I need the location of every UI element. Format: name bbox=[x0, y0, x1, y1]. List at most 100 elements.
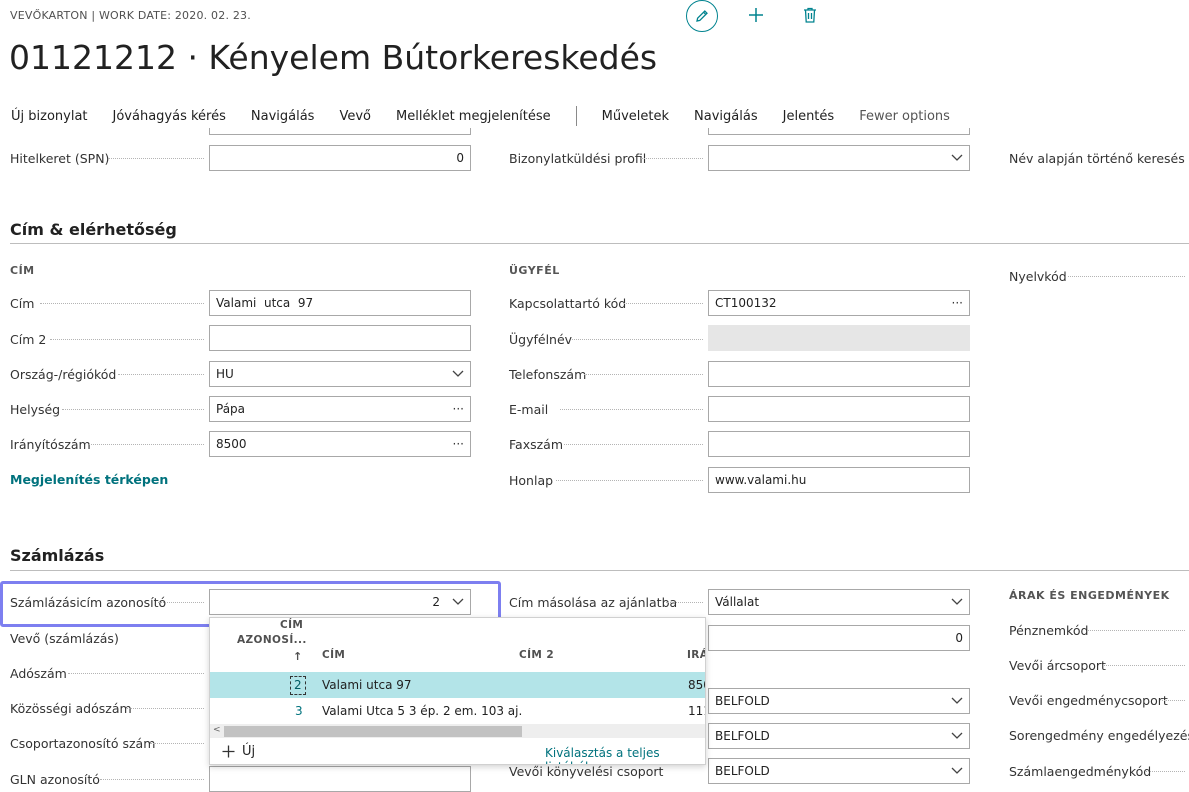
row-address: Valami Utca 5 3 ép. 2 em. 103 aj. bbox=[322, 704, 523, 718]
group-address: CÍM bbox=[10, 264, 35, 277]
leader-dots bbox=[40, 303, 204, 304]
leader-dots bbox=[150, 743, 204, 744]
row-id[interactable]: 3 bbox=[295, 704, 303, 718]
col-id-header[interactable]: AZONOSÍ... bbox=[237, 634, 307, 646]
table-row[interactable]: 2 Valami utca 97 850 bbox=[210, 672, 705, 698]
report-action[interactable]: Jelentés bbox=[783, 109, 835, 124]
chevron-down-icon bbox=[951, 732, 963, 740]
city-field[interactable]: Pápa ··· bbox=[209, 396, 471, 422]
address-value: Valami utca 97 bbox=[216, 296, 314, 310]
navigate-action-2[interactable]: Navigálás bbox=[694, 109, 758, 124]
section-divider bbox=[10, 243, 1189, 244]
navigate-action[interactable]: Navigálás bbox=[251, 109, 315, 124]
horizontal-scrollbar[interactable]: < bbox=[210, 724, 705, 738]
page-caption: VEVŐKARTON | WORK DATE: 2020. 02. 23. bbox=[10, 9, 251, 22]
delete-icon[interactable] bbox=[798, 3, 822, 27]
table-row[interactable]: 3 Valami Utca 5 3 ép. 2 em. 103 aj. 111 bbox=[210, 698, 705, 724]
leader-dots bbox=[100, 779, 204, 780]
chevron-down-icon bbox=[951, 767, 963, 775]
group-id-label: Csoportazonosító szám bbox=[10, 735, 156, 751]
operations-action[interactable]: Műveletek bbox=[602, 109, 669, 124]
city-label: Helység bbox=[10, 401, 61, 417]
more-options-icon[interactable]: ··· bbox=[952, 296, 963, 310]
phone-label: Telefonszám bbox=[509, 366, 587, 382]
chevron-down-icon bbox=[951, 598, 963, 606]
postcode-field[interactable]: 8500 ··· bbox=[209, 431, 471, 457]
credit-limit-field[interactable]: 0 bbox=[209, 145, 471, 171]
contact-code-field[interactable]: CT100132 ··· bbox=[708, 290, 970, 316]
section-divider bbox=[10, 570, 1189, 571]
contact-code-label: Kapcsolattartó kód bbox=[509, 295, 627, 311]
more-options-icon[interactable]: ··· bbox=[453, 437, 464, 451]
col-address-header[interactable]: CÍM bbox=[322, 649, 345, 661]
credit-limit-value: 0 bbox=[456, 151, 464, 165]
email-field[interactable] bbox=[708, 396, 970, 422]
more-options-icon[interactable]: ··· bbox=[453, 402, 464, 416]
eu-vat-label: Közösségi adószám bbox=[10, 700, 132, 716]
new-document-action[interactable]: Új bizonylat bbox=[11, 109, 88, 124]
row-address: Valami utca 97 bbox=[322, 678, 412, 692]
row-postcode: 111 bbox=[688, 704, 705, 718]
group-prices-discounts: ÁRAK ÉS ENGEDMÉNYEK bbox=[1009, 589, 1170, 602]
leader-dots bbox=[584, 374, 703, 375]
section-title-address[interactable]: Cím & elérhetőség bbox=[10, 220, 177, 239]
col-id-header-line1: CÍM bbox=[280, 619, 304, 631]
address2-field[interactable] bbox=[209, 325, 471, 351]
copy-address-select[interactable]: Vállalat bbox=[708, 589, 970, 615]
col-postcode-header[interactable]: IRÁ bbox=[687, 649, 705, 661]
posting-group-select-1[interactable]: BELFOLD bbox=[708, 688, 970, 714]
customer-posting-group-select[interactable]: BELFOLD bbox=[708, 758, 970, 784]
sort-ascending-icon[interactable]: ↑ bbox=[293, 650, 303, 663]
section-title-invoicing[interactable]: Számlázás bbox=[10, 546, 104, 565]
chevron-down-icon bbox=[951, 154, 963, 162]
city-value: Pápa bbox=[216, 402, 246, 416]
phone-field[interactable] bbox=[708, 361, 970, 387]
fax-field[interactable] bbox=[708, 431, 970, 457]
edit-icon[interactable] bbox=[686, 0, 718, 32]
leader-dots bbox=[560, 409, 703, 410]
country-label: Ország-/régiókód bbox=[10, 366, 117, 382]
new-button[interactable]: Új bbox=[222, 744, 255, 759]
customer-posting-group-value: BELFOLD bbox=[715, 764, 770, 778]
doc-sending-profile-select[interactable] bbox=[708, 145, 970, 171]
invoice-discount-code-label: Számlaengedménykód bbox=[1009, 763, 1152, 779]
select-from-full-list-link[interactable]: Kiválasztás a teljes listából bbox=[545, 746, 705, 764]
group-contact: ÜGYFÉL bbox=[509, 264, 560, 277]
country-select[interactable]: HU bbox=[209, 361, 471, 387]
leader-dots bbox=[89, 444, 204, 445]
page-title: 01121212 · Kényelem Bútorkereskedés bbox=[9, 38, 658, 77]
leader-dots bbox=[624, 303, 703, 304]
leader-dots bbox=[666, 602, 703, 603]
fewer-options-button[interactable]: Fewer options bbox=[859, 109, 950, 124]
approval-request-action[interactable]: Jóváhagyás kérés bbox=[113, 109, 226, 124]
contact-name-field bbox=[708, 325, 970, 351]
address-label: Cím bbox=[10, 295, 35, 311]
chevron-down-icon bbox=[951, 697, 963, 705]
customer-action[interactable]: Vevő bbox=[339, 109, 371, 124]
scroll-left-icon[interactable]: < bbox=[213, 725, 221, 735]
cutoff-field bbox=[209, 128, 471, 135]
posting-group-select-2[interactable]: BELFOLD bbox=[708, 723, 970, 749]
customer-posting-group-label: Vevői könyvelési csoport bbox=[509, 763, 664, 779]
price-group-label: Vevői árcsoport bbox=[1009, 657, 1106, 673]
discount-group-label: Vevői engedménycsoport bbox=[1009, 692, 1168, 708]
homepage-field[interactable]: www.valami.hu bbox=[708, 467, 970, 493]
gln-field[interactable] bbox=[209, 766, 471, 792]
scrollbar-thumb[interactable] bbox=[224, 726, 522, 737]
show-on-map-link[interactable]: Megjelenítés térképen bbox=[10, 472, 168, 487]
leader-dots bbox=[1162, 700, 1185, 701]
leader-dots bbox=[1088, 630, 1185, 631]
show-attachment-action[interactable]: Melléklet megjelenítése bbox=[396, 109, 551, 124]
leader-dots bbox=[50, 339, 204, 340]
numeric-field[interactable]: 0 bbox=[708, 625, 970, 651]
leader-dots bbox=[564, 444, 703, 445]
country-value: HU bbox=[216, 367, 234, 381]
col-address2-header[interactable]: CÍM 2 bbox=[519, 649, 554, 661]
posting-group-value-1: BELFOLD bbox=[715, 694, 770, 708]
address-field[interactable]: Valami utca 97 bbox=[209, 290, 471, 316]
plus-icon bbox=[222, 745, 235, 758]
add-icon[interactable] bbox=[744, 3, 768, 27]
row-id[interactable]: 2 bbox=[290, 676, 306, 695]
row-postcode: 850 bbox=[688, 678, 705, 692]
new-button-label: Új bbox=[242, 744, 256, 759]
